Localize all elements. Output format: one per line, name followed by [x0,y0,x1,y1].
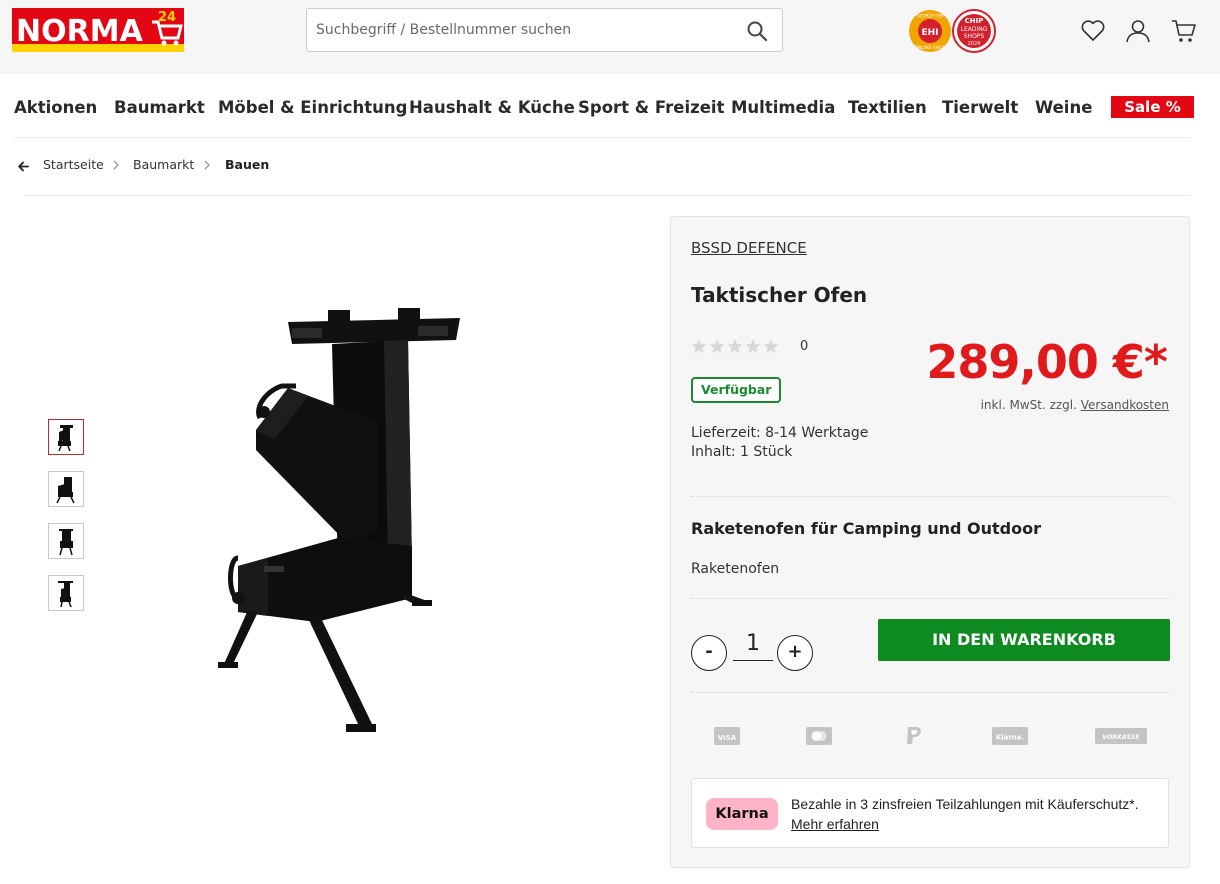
ehi-badge-label: EHI [921,28,938,38]
nav-item-textilien[interactable]: Textilien [848,98,927,117]
nav-item-sale[interactable]: Sale % [1111,96,1194,118]
star-icon [709,339,725,354]
chevron-right-icon [113,160,119,170]
stove-thumbnail-image [58,425,73,452]
prepayment-icon: VORKASSE [1095,728,1147,744]
divider [691,496,1169,497]
mastercard-payment-icon [806,727,832,745]
product-description: Raketenofen [691,561,780,577]
nav-item-aktionen[interactable]: Aktionen [14,98,97,117]
product-buybox: BSSD DEFENCE Taktischer Ofen 0 289,00 €*… [670,216,1190,868]
gallery-thumbnail-3[interactable] [48,523,84,559]
back-arrow-icon[interactable] [18,161,29,172]
header: NORMA 24 EHI GEPRÜFTER ONLINE-SHOP CHIP … [0,0,1220,74]
svg-text:VORKASSE: VORKASSE [1102,734,1140,741]
quantity-decrease-button[interactable]: - [691,635,727,671]
klarna-payment-icon: Klarna. [992,727,1028,745]
quantity-increase-button[interactable]: + [777,635,813,671]
visa-payment-icon: VISA [714,727,740,745]
delivery-time: Lieferzeit: 8-14 Werktage [691,425,869,441]
rating-count: 0 [800,339,809,354]
chip-badge-line1: LEADING [961,26,988,33]
nav-item-haushalt[interactable]: Haushalt & Küche [409,98,575,117]
nav-item-tierwelt[interactable]: Tierwelt [942,98,1018,117]
ehi-badge-top: GEPRÜFTER [917,13,944,20]
gallery-thumbnail-4[interactable] [48,575,84,611]
star-icon [691,339,707,354]
search-icon[interactable] [746,20,768,42]
stove-thumbnail-image [59,529,73,556]
main-navigation: Aktionen Baumarkt Möbel & Einrichtung Ha… [0,74,1220,138]
gallery-thumbnail-1[interactable] [48,419,84,455]
availability-badge: Verfügbar [691,377,782,403]
nav-item-moebel[interactable]: Möbel & Einrichtung [218,98,407,117]
breadcrumb-divider [24,195,1190,196]
tax-note-text: inkl. MwSt. zzgl. [980,398,1077,412]
paypal-payment-icon [907,727,921,744]
breadcrumb-baumarkt[interactable]: Baumarkt [133,157,194,172]
klarna-info-box: Klarna Bezahle in 3 zinsfreien Teilzahlu… [691,778,1169,848]
rating-stars[interactable] [691,337,781,357]
chip-badge-year: 2024 [968,41,981,47]
nav-item-multimedia[interactable]: Multimedia [731,98,835,117]
chip-leading-shops-badge[interactable]: CHIP LEADING SHOPS 2024 [951,9,997,53]
user-icon[interactable] [1125,18,1151,44]
breadcrumb-bauen: Bauen [225,157,270,172]
norma24-logo[interactable]: NORMA 24 [12,8,184,52]
svg-text:Klarna.: Klarna. [996,734,1024,742]
nav-divider [14,137,1190,138]
klarna-learn-more-link[interactable]: Mehr erfahren [791,814,879,834]
shipping-costs-link[interactable]: Versandkosten [1081,398,1169,412]
quantity-input[interactable] [733,627,773,661]
divider [691,598,1169,599]
nav-item-sport[interactable]: Sport & Freizeit [578,98,724,117]
heart-icon[interactable] [1080,18,1106,44]
product-content: Inhalt: 1 Stück [691,444,793,460]
product-subtitle: Raketenofen für Camping und Outdoor [691,519,1041,538]
product-brand-link[interactable]: BSSD DEFENCE [691,239,807,257]
add-to-cart-button[interactable]: IN DEN WARENKORB [878,619,1170,661]
tax-note: inkl. MwSt. zzgl. Versandkosten [981,398,1169,412]
nav-item-weine[interactable]: Weine [1035,98,1092,117]
breadcrumb-startseite[interactable]: Startseite [43,157,104,172]
stove-thumbnail-image [58,581,73,608]
cart-icon[interactable] [1171,18,1197,44]
search-bar [306,8,783,52]
star-icon [763,339,779,354]
gallery-thumbnail-2[interactable] [48,471,84,507]
klarna-logo: Klarna [706,798,778,830]
product-title: Taktischer Ofen [691,283,868,307]
svg-text:VISA: VISA [718,734,737,742]
product-price: 289,00 €* [926,335,1168,389]
ehi-trust-badge[interactable]: EHI GEPRÜFTER ONLINE-SHOP [908,9,952,53]
stove-thumbnail-image [56,477,75,504]
star-icon [727,339,743,354]
nav-item-baumarkt[interactable]: Baumarkt [114,98,205,117]
chevron-right-icon [204,160,210,170]
logo-badge-text: 24 [158,10,176,25]
chip-badge-line2: SHOPS [964,33,985,40]
star-icon [745,339,761,354]
ehi-badge-bottom: ONLINE-SHOP [914,45,945,51]
search-input[interactable] [307,9,727,51]
klarna-info-text: Bezahle in 3 zinsfreien Teilzahlungen mi… [791,796,1139,812]
chip-badge-top: CHIP [965,17,984,25]
divider [691,692,1169,693]
product-main-image[interactable] [208,300,478,740]
logo-text: NORMA [16,14,144,49]
